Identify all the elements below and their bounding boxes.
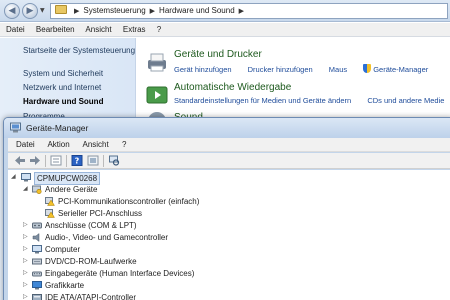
menu-aktion[interactable]: Aktion (47, 140, 69, 149)
link-media-defaults[interactable]: Standardeinstellungen für Medien und Ger… (174, 96, 351, 105)
tree-node-ports[interactable]: ▷ Anschlüsse (COM & LPT) (23, 220, 243, 231)
menu-datei[interactable]: Datei (16, 140, 35, 149)
back-arrow-icon[interactable] (14, 155, 26, 166)
expand-arrow-icon[interactable]: ▷ (23, 256, 28, 267)
breadcrumb[interactable]: ▶ Systemsteuerung ▶ Hardware und Sound ▶ (50, 3, 448, 19)
menu-datei[interactable]: Datei (6, 25, 25, 34)
category-autoplay-title[interactable]: Automatische Wiedergabe (174, 82, 291, 93)
unknown-device-icon (32, 185, 42, 194)
sidebar-item-hardware-sound[interactable]: Hardware und Sound (23, 97, 103, 106)
device-manager-icon (10, 122, 21, 133)
help-icon[interactable]: ? (71, 155, 83, 166)
tree-label: Andere Geräte (45, 185, 98, 194)
collapse-arrow-icon[interactable]: ◢ (23, 184, 28, 195)
uac-shield-icon (363, 64, 372, 73)
storage-controller-icon (32, 294, 42, 300)
breadcrumb-separator-icon: ▶ (238, 8, 245, 15)
control-panel-icon (55, 5, 67, 14)
warning-device-icon (45, 209, 55, 218)
computer-icon (32, 245, 42, 254)
input-device-icon (32, 271, 42, 277)
tree-label: PCI-Kommunikationscontroller (einfach) (58, 197, 200, 206)
toolbar: ? (8, 153, 450, 169)
recent-pages-dropdown-icon[interactable]: ▼ (40, 7, 45, 14)
title-bar[interactable]: Geräte-Manager (4, 118, 450, 138)
category-devices-printers-title[interactable]: Geräte und Drucker (174, 49, 262, 60)
devices-printers-icon (148, 53, 166, 72)
link-cds-media[interactable]: CDs und andere Medie (367, 96, 444, 105)
device-tree: ◢ CPMUPCW0268 ◢ Andere Geräte PCI-Kommun… (8, 170, 450, 300)
menu-bar: Datei Aktion Ansicht ? (8, 138, 450, 152)
tree-node-hid[interactable]: ▷ Eingabegeräte (Human Interface Devices… (23, 268, 283, 279)
tree-label: Eingabegeräte (Human Interface Devices) (45, 269, 195, 278)
sidebar-item-home[interactable]: Startseite der Systemsteuerung (23, 46, 135, 55)
back-button[interactable]: ◀ (4, 3, 20, 19)
tree-item-pci-controller[interactable]: PCI-Kommunikationscontroller (einfach) (45, 196, 285, 207)
breadcrumb-item[interactable]: Systemsteuerung (83, 6, 145, 15)
computer-icon (21, 173, 31, 182)
expand-arrow-icon[interactable]: ▷ (23, 268, 28, 279)
expand-arrow-icon[interactable]: ▷ (23, 292, 28, 300)
toolbar-separator (103, 155, 104, 167)
breadcrumb-separator-icon: ▶ (74, 8, 80, 15)
menu-extras[interactable]: Extras (123, 25, 146, 34)
toolbar-separator (45, 155, 46, 167)
menu-ansicht[interactable]: Ansicht (82, 140, 108, 149)
tree-label: Serieller PCI-Anschluss (58, 209, 143, 218)
tree-item-serial-pci[interactable]: Serieller PCI-Anschluss (45, 208, 245, 219)
tree-node-computer[interactable]: ▷ Computer (23, 244, 243, 255)
tree-label: Grafikkarte (45, 281, 85, 290)
link-add-printer[interactable]: Drucker hinzufügen (248, 65, 313, 74)
speaker-icon (32, 233, 40, 242)
tree-node-audio-video[interactable]: ▷ Audio-, Video- und Gamecontroller (23, 232, 243, 243)
menu-help[interactable]: ? (122, 140, 126, 149)
svg-text:?: ? (75, 157, 80, 166)
breadcrumb-separator-icon: ▶ (149, 8, 156, 15)
expand-arrow-icon[interactable]: ▷ (23, 280, 28, 291)
toolbar-separator (66, 155, 67, 167)
warning-device-icon (45, 197, 55, 206)
tree-node-graphics[interactable]: ▷ Grafikkarte (23, 280, 243, 291)
expand-arrow-icon[interactable]: ▷ (23, 232, 28, 243)
forward-arrow-icon[interactable] (29, 155, 41, 166)
optical-drive-icon (32, 258, 42, 265)
tree-node-ide-ata[interactable]: ▷ IDE ATA/ATAPI-Controller (23, 292, 243, 300)
link-add-device[interactable]: Gerät hinzufügen (174, 65, 232, 74)
forward-button[interactable]: ▶ (22, 3, 38, 19)
expand-arrow-icon[interactable]: ▷ (23, 220, 28, 231)
link-mouse[interactable]: Maus (329, 65, 347, 74)
scan-hardware-icon[interactable] (108, 155, 120, 166)
sidebar-item-network[interactable]: Netzwerk und Internet (23, 83, 101, 92)
tree-label: Computer (45, 245, 81, 254)
tree-label: Audio-, Video- und Gamecontroller (45, 233, 169, 242)
tree-node-dvd-cd[interactable]: ▷ DVD/CD-ROM-Laufwerke (23, 256, 243, 267)
device-manager-window: Geräte-Manager Datei Aktion Ansicht ? ? (3, 117, 450, 300)
properties-icon[interactable] (50, 155, 62, 166)
category-devices-printers-links: Gerät hinzufügen Drucker hinzufügen Maus… (174, 64, 442, 74)
address-bar: ◀ ▶ ▼ ▶ Systemsteuerung ▶ Hardware und Soun… (0, 0, 450, 22)
expand-arrow-icon[interactable]: ▷ (23, 244, 28, 255)
menu-bearbeiten[interactable]: Bearbeiten (36, 25, 75, 34)
tree-node-other-devices[interactable]: ◢ Andere Geräte (23, 184, 223, 195)
collapse-arrow-icon[interactable]: ◢ (11, 172, 16, 183)
link-device-manager[interactable]: Geräte-Manager (373, 65, 428, 74)
view-icon[interactable] (87, 155, 99, 166)
autoplay-icon (146, 86, 168, 104)
menu-help[interactable]: ? (157, 25, 161, 34)
display-adapter-icon (32, 281, 42, 290)
tree-label: Anschlüsse (COM & LPT) (45, 221, 137, 230)
sidebar-item-system-security[interactable]: System und Sicherheit (23, 69, 103, 78)
window-title: Geräte-Manager (26, 123, 89, 133)
category-autoplay-links: Standardeinstellungen für Medien und Ger… (174, 96, 450, 105)
menu-bar: Datei Bearbeiten Ansicht Extras ? (0, 23, 450, 37)
menu-ansicht[interactable]: Ansicht (85, 25, 111, 34)
tree-root[interactable]: ◢ CPMUPCW0268 (11, 172, 131, 185)
breadcrumb-item[interactable]: Hardware und Sound (159, 6, 235, 15)
tree-label: IDE ATA/ATAPI-Controller (45, 293, 136, 300)
tree-label: DVD/CD-ROM-Laufwerke (45, 257, 137, 266)
port-icon (32, 222, 42, 229)
